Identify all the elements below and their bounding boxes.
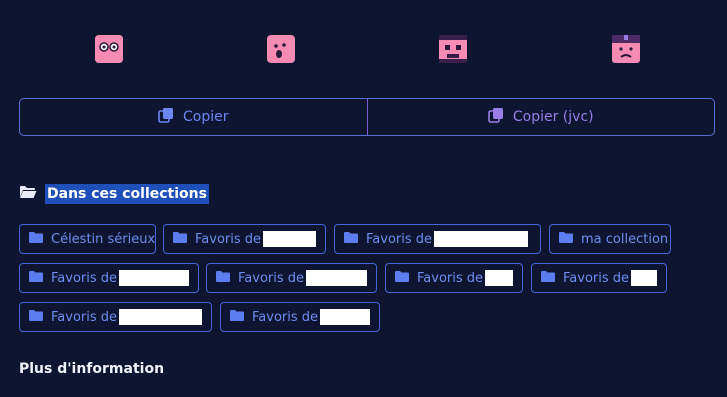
copy-button[interactable]: Copier (20, 99, 367, 135)
collection-tag[interactable]: Célestin sérieux (19, 224, 156, 254)
collections-title: Dans ces collections (45, 184, 209, 204)
collection-tag[interactable]: Favoris de (19, 302, 212, 332)
redaction-box (485, 270, 513, 286)
copy-button-group: Copier Copier (jvc) (19, 98, 715, 136)
collection-tag-label: Favoris de (195, 231, 262, 247)
collection-tag-label: Favoris de (563, 270, 630, 286)
redaction-box (119, 309, 202, 325)
more-info-heading: Plus d'information (19, 361, 165, 377)
collection-tag[interactable]: Favoris de (19, 263, 199, 293)
folder-icon (216, 270, 230, 286)
copy-jvc-button-label: Copier (jvc) (512, 109, 594, 125)
collection-tag-label: Favoris de (51, 309, 118, 325)
collection-tag-label: Favoris de (366, 231, 433, 247)
redaction-box (306, 270, 367, 286)
folder-icon (559, 231, 573, 247)
collection-tag[interactable]: Favoris de (206, 263, 377, 293)
collection-tag-label: Favoris de (252, 309, 319, 325)
folder-icon (230, 309, 244, 325)
collection-tag[interactable]: Favoris de (334, 224, 541, 254)
folder-icon (29, 309, 43, 325)
collection-tag-label: Favoris de (51, 270, 118, 286)
redaction-box (434, 231, 529, 247)
collection-tag[interactable]: ma collection (549, 224, 671, 254)
folder-icon (395, 270, 409, 286)
copy-icon (488, 107, 504, 127)
folder-icon (173, 231, 187, 247)
folder-icon (29, 270, 43, 286)
redaction-box (119, 270, 189, 286)
collections-heading: Dans ces collections (19, 184, 209, 204)
sad-face-icon[interactable] (612, 35, 640, 63)
redaction-box (263, 231, 316, 247)
redaction-box (320, 309, 370, 325)
collection-tag-label: ma collection (581, 231, 669, 247)
open-folder-icon (19, 185, 37, 203)
collection-tag-label: Célestin sérieux (51, 231, 156, 247)
redaction-box (631, 270, 657, 286)
robot-face-icon[interactable] (439, 35, 467, 63)
collection-tag[interactable]: Favoris de (220, 302, 380, 332)
folder-icon (29, 231, 43, 247)
collection-tag[interactable]: Favoris de (385, 263, 523, 293)
copy-jvc-button[interactable]: Copier (jvc) (366, 99, 715, 135)
collection-tag[interactable]: Favoris de (163, 224, 326, 254)
copy-icon (158, 107, 174, 127)
folder-icon (344, 231, 358, 247)
folder-icon (541, 270, 555, 286)
collection-tag-label: Favoris de (417, 270, 484, 286)
reaction-bar (0, 0, 727, 96)
surprised-face-icon[interactable] (267, 35, 295, 63)
collection-tag-label: Favoris de (238, 270, 305, 286)
collection-tag[interactable]: Favoris de (531, 263, 667, 293)
googly-eyes-face-icon[interactable] (95, 35, 123, 63)
copy-button-label: Copier (183, 109, 229, 125)
